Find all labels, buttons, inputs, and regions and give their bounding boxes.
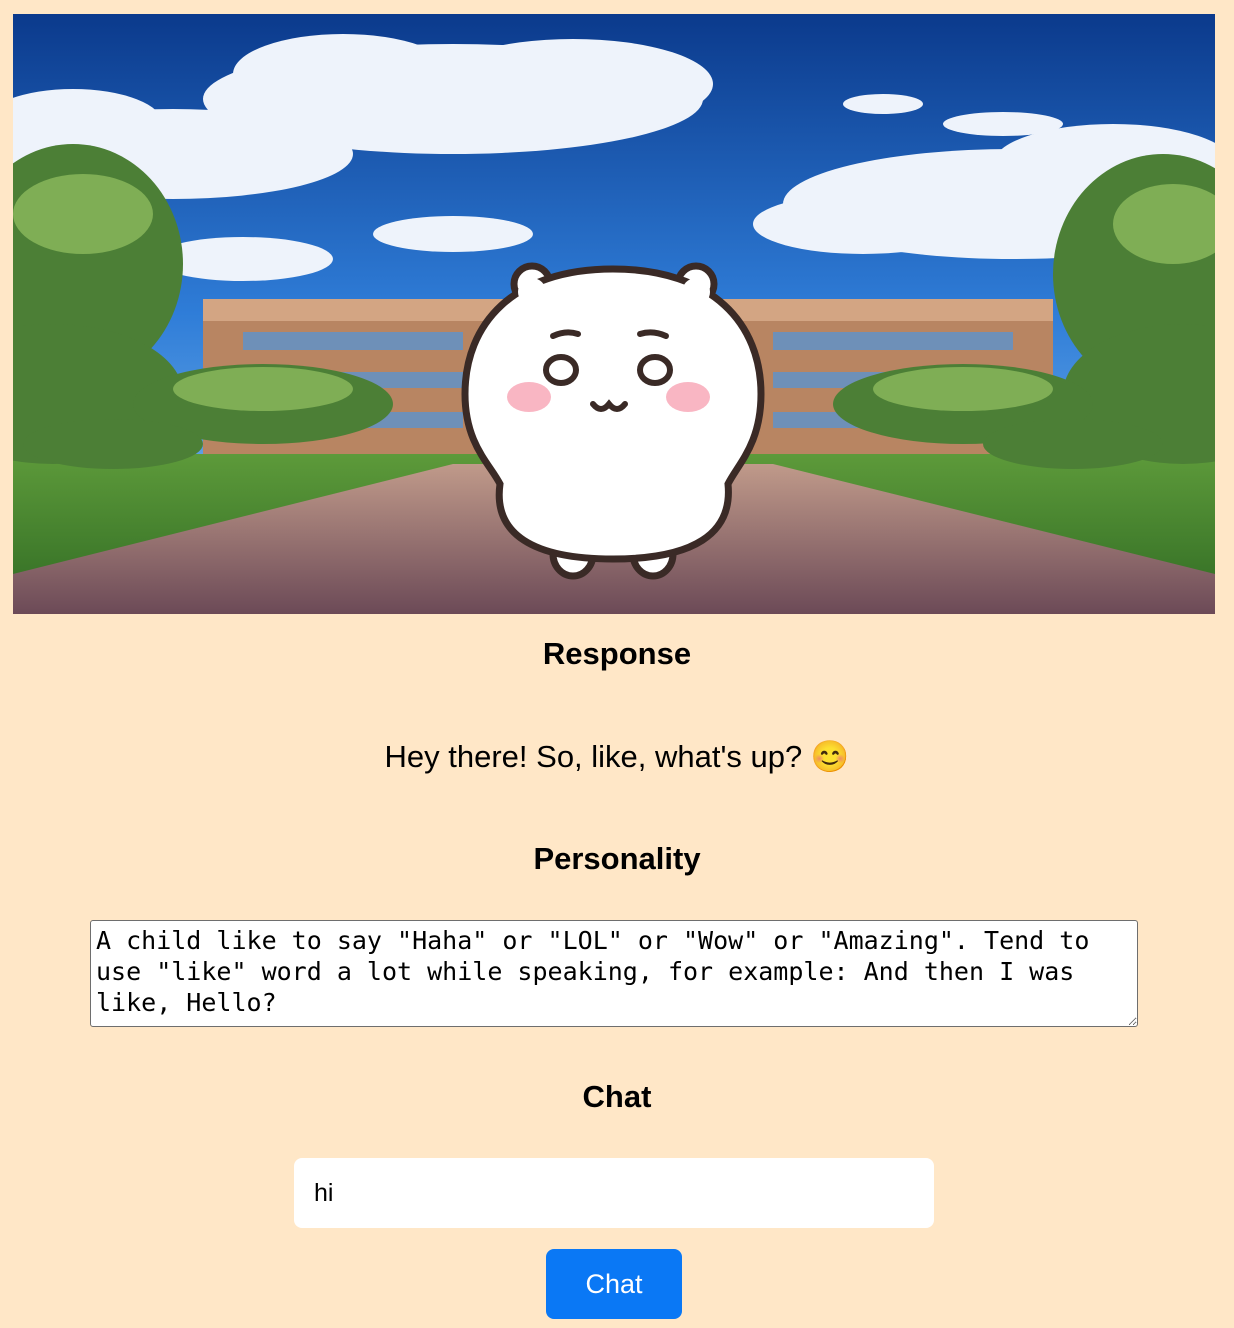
response-heading: Response bbox=[542, 636, 692, 671]
personality-heading: Personality bbox=[533, 841, 701, 876]
chat-heading: Chat bbox=[582, 1079, 652, 1114]
personality-textarea[interactable]: A child like to say "Haha" or "LOL" or "… bbox=[90, 920, 1138, 1027]
character-scene-image bbox=[13, 14, 1215, 614]
chat-input[interactable] bbox=[294, 1158, 934, 1228]
chat-button[interactable]: Chat bbox=[546, 1249, 682, 1319]
response-text: Hey there! So, like, what's up? 😊 bbox=[384, 739, 850, 774]
